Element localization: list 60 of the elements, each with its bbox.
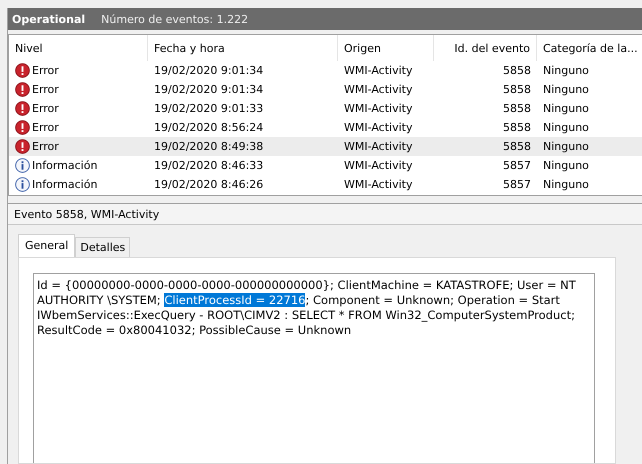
table-cell-text: 5858 <box>502 140 532 153</box>
table-cell-text: WMI-Activity <box>343 102 414 115</box>
table-cell-text: Ninguno <box>542 102 590 115</box>
table-cell-text: 19/02/2020 8:46:33 <box>153 159 264 172</box>
error-icon <box>15 139 30 154</box>
table-cell-text: 5858 <box>502 121 532 134</box>
event-row[interactable]: Error 19/02/2020 8:56:24 WMI-Activity 5858 Ninguno <box>9 118 642 137</box>
table-cell-text: 5858 <box>502 102 532 115</box>
event-row[interactable]: Error 19/02/2020 9:01:33 WMI-Activity 5858 Ninguno <box>9 99 642 118</box>
table-cell: Información <box>32 159 98 172</box>
tab[interactable]: General <box>18 234 76 257</box>
table-cell-text: 5857 <box>502 159 532 172</box>
column-header[interactable]: Fecha y hora <box>148 35 338 61</box>
event-row[interactable]: Error 19/02/2020 9:01:34 WMI-Activity 5858 Ninguno <box>9 61 642 80</box>
table-cell-text: Ninguno <box>542 121 590 134</box>
table-cell-text: WMI-Activity <box>343 83 414 96</box>
error-icon <box>15 82 30 97</box>
table-cell-text: Ninguno <box>542 83 590 96</box>
table-cell-text: WMI-Activity <box>343 64 414 77</box>
table-cell-text: Ninguno <box>542 178 590 191</box>
table-cell-text: 5858 <box>502 64 532 77</box>
table-cell: Error <box>32 102 59 115</box>
info-icon <box>15 177 30 192</box>
tab[interactable]: Detalles <box>75 237 130 257</box>
column-header[interactable]: Categoría de la... <box>537 35 642 61</box>
info-icon <box>15 158 30 173</box>
table-cell-text: WMI-Activity <box>343 178 414 191</box>
table-cell: Error <box>32 140 59 153</box>
event-row[interactable]: Error 19/02/2020 8:49:38 WMI-Activity 5858 Ninguno <box>9 137 642 156</box>
error-icon <box>15 101 30 116</box>
table-cell: Error <box>32 121 59 134</box>
event-row[interactable]: Información 19/02/2020 8:46:33 WMI-Activity 5857 Ninguno <box>9 156 642 175</box>
column-header[interactable]: Origen <box>338 35 434 61</box>
table-cell: Error <box>32 83 59 96</box>
table-cell-text: 5857 <box>502 178 532 191</box>
table-cell-text: Ninguno <box>542 64 590 77</box>
table-cell-text: 19/02/2020 9:01:34 <box>153 64 264 77</box>
event-detail-title: Evento 5858, WMI-Activity <box>8 204 642 225</box>
table-cell-text: WMI-Activity <box>343 159 414 172</box>
event-count: Número de eventos: 1.222 <box>101 12 248 26</box>
error-icon <box>15 120 30 135</box>
column-header[interactable]: Id. del evento <box>434 35 537 61</box>
table-cell-text: 19/02/2020 8:56:24 <box>153 121 264 134</box>
table-cell-text: 19/02/2020 8:46:26 <box>153 178 264 191</box>
table-cell: Información <box>32 178 98 191</box>
event-message[interactable]: Id = {00000000-0000-0000-0000-000000000000}; ClientMachine = KATASTROFE; User = NT AUTHORITY \SYSTEM; ClientProcessId = 22716; Component = Unknown; Operation = Start IWbemServices::ExecQuery - ROOT\CIMV2 : SELECT * FROM Win32_ComputerSystemProduct; ResultCode = 0x80041032; PossibleCause = Unknown <box>33 273 595 463</box>
event-row[interactable]: Error 19/02/2020 9:01:34 WMI-Activity 5858 Ninguno <box>9 80 642 99</box>
table-cell-text: WMI-Activity <box>343 140 414 153</box>
error-icon <box>15 63 30 78</box>
log-title: Operational <box>12 12 86 26</box>
table-cell-text: WMI-Activity <box>343 121 414 134</box>
event-row[interactable]: Información 19/02/2020 8:46:26 WMI-Activity 5857 Ninguno <box>9 175 642 194</box>
table-cell-text: 5858 <box>502 83 532 96</box>
table-cell-text: Ninguno <box>542 159 590 172</box>
table-cell: Error <box>32 64 59 77</box>
table-cell-text: Ninguno <box>542 140 590 153</box>
table-cell-text: 19/02/2020 9:01:34 <box>153 83 264 96</box>
table-cell-text: 19/02/2020 9:01:33 <box>153 102 264 115</box>
table-cell-text: 19/02/2020 8:49:38 <box>153 140 264 153</box>
column-header[interactable]: Nivel <box>9 35 148 61</box>
